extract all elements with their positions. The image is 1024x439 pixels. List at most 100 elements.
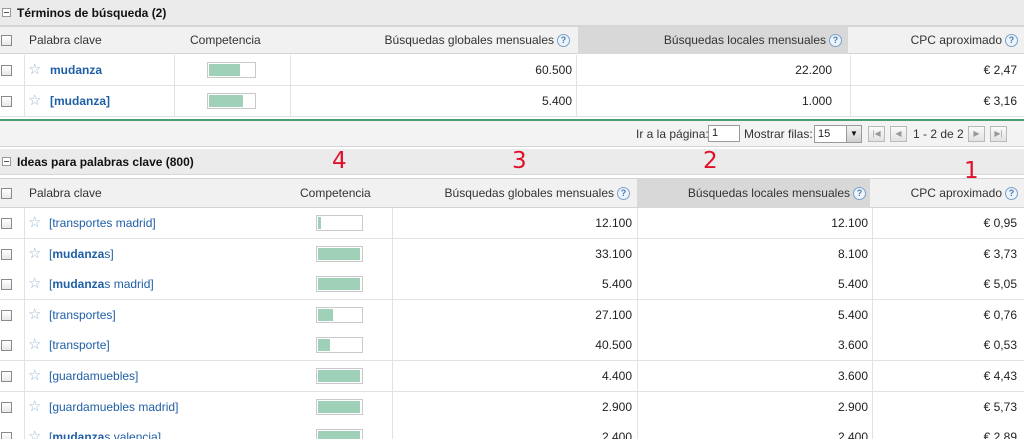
table-row[interactable]: ☆ [mudanzas madrid] 5.400 5.400 € 5,05: [0, 269, 1024, 301]
global-searches: 33.100: [595, 246, 632, 261]
column-divider: [637, 330, 638, 361]
help-icon[interactable]: ?: [853, 187, 866, 201]
row-checkbox[interactable]: [1, 248, 12, 260]
keyword-match: mudanza: [52, 430, 105, 439]
keyword-link[interactable]: [transportes madrid]: [49, 208, 156, 238]
approximate-cpc: € 0,53: [983, 338, 1017, 353]
global-searches: 5.400: [601, 277, 632, 292]
competition-bar: [316, 245, 363, 262]
competition-bar: [316, 429, 363, 439]
table-row[interactable]: ☆ mudanza 60.500 22.200 € 2,47: [0, 55, 1024, 86]
star-icon[interactable]: ☆: [28, 368, 41, 383]
row-checkbox[interactable]: [1, 309, 12, 321]
star-icon[interactable]: ☆: [28, 215, 41, 230]
competition-fill: [318, 431, 360, 439]
column-header-local[interactable]: Búsquedas locales mensuales?: [637, 179, 870, 208]
row-checkbox[interactable]: [1, 65, 12, 76]
global-searches: 60.500: [535, 63, 572, 77]
keyword-link[interactable]: mudanza: [50, 55, 102, 85]
previous-page-button[interactable]: ◀: [890, 126, 907, 142]
keyword-link[interactable]: [guardamuebles]: [49, 361, 138, 391]
star-icon[interactable]: ☆: [28, 429, 41, 439]
competition-bar: [316, 368, 363, 384]
keyword-suffix: s valencia]: [104, 430, 162, 439]
help-icon[interactable]: ?: [829, 34, 842, 48]
help-icon[interactable]: ?: [1005, 187, 1018, 201]
star-icon[interactable]: ☆: [28, 276, 41, 291]
column-divider: [24, 238, 25, 269]
table-row[interactable]: ☆ [mudanza] 5.400 1.000 € 3,16: [0, 86, 1024, 117]
column-divider: [637, 269, 638, 300]
help-icon[interactable]: ?: [617, 187, 630, 201]
keyword-link[interactable]: [transportes]: [49, 300, 116, 330]
local-searches: 2.400: [837, 430, 868, 439]
column-header-global[interactable]: Búsquedas globales mensuales?: [392, 179, 634, 208]
approximate-cpc: € 2,47: [983, 63, 1017, 77]
competition-fill: [318, 308, 333, 321]
keyword-link[interactable]: [guardamuebles madrid]: [49, 392, 178, 422]
help-icon[interactable]: ?: [557, 34, 570, 48]
column-header-competition[interactable]: Competencia: [300, 179, 371, 208]
keyword-suffix: [guardamuebles madrid]: [49, 399, 179, 414]
column-header-cpc[interactable]: CPC aproximado?: [852, 27, 1020, 54]
column-divider: [24, 86, 25, 116]
row-checkbox[interactable]: [1, 218, 12, 229]
competition-bar: [207, 62, 256, 78]
keyword-link[interactable]: [mudanzas]: [49, 239, 114, 269]
star-icon[interactable]: ☆: [28, 399, 41, 414]
star-icon[interactable]: ☆: [28, 307, 41, 322]
row-checkbox[interactable]: [1, 96, 12, 107]
column-header-keyword[interactable]: Palabra clave: [29, 179, 102, 208]
column-divider: [850, 86, 851, 116]
select-all-checkbox[interactable]: [1, 35, 12, 46]
star-icon[interactable]: ☆: [28, 246, 41, 261]
annotation-number: 4: [332, 148, 347, 174]
column-header-global[interactable]: Búsquedas globales mensuales?: [290, 27, 576, 54]
column-divider: [850, 55, 851, 85]
annotation-number: 3: [512, 148, 527, 174]
row-checkbox[interactable]: [1, 340, 12, 352]
column-divider: [24, 55, 25, 85]
select-all-checkbox[interactable]: [1, 188, 12, 199]
column-divider: [392, 238, 393, 269]
column-header-keyword[interactable]: Palabra clave: [29, 27, 102, 54]
row-checkbox[interactable]: [1, 371, 12, 382]
keyword-link[interactable]: [transporte]: [49, 330, 110, 360]
keyword-link[interactable]: [mudanzas valencia]: [49, 422, 161, 439]
column-header-competition[interactable]: Competencia: [190, 27, 261, 54]
row-checkbox[interactable]: [1, 401, 12, 413]
star-icon[interactable]: ☆: [28, 62, 41, 77]
star-icon[interactable]: ☆: [28, 93, 41, 108]
row-checkbox[interactable]: [1, 432, 12, 439]
table-row[interactable]: ☆ [transporte] 40.500 3.600 € 0,53: [0, 330, 1024, 362]
table-row[interactable]: ☆ [guardamuebles madrid] 2.900 2.900 € 5,73: [0, 391, 1024, 423]
column-divider: [24, 361, 25, 391]
competition-fill: [318, 278, 360, 291]
first-page-button[interactable]: |◀: [868, 126, 885, 142]
keyword-link[interactable]: [mudanza]: [50, 86, 110, 116]
column-header-cpc[interactable]: CPC aproximado?: [872, 179, 1020, 208]
column-divider: [637, 299, 638, 330]
keyword-link[interactable]: [mudanzas madrid]: [49, 269, 154, 299]
column-header-local[interactable]: Búsquedas locales mensuales?: [578, 27, 848, 54]
help-icon[interactable]: ?: [1005, 34, 1018, 48]
table-row[interactable]: ☆ [transportes madrid] 12.100 12.100 € 0,95: [0, 208, 1024, 239]
next-page-button[interactable]: ▶: [968, 126, 985, 142]
local-searches: 12.100: [831, 216, 868, 230]
keyword-suffix: [guardamuebles]: [49, 369, 139, 383]
column-divider: [24, 208, 25, 238]
collapse-icon[interactable]: [2, 8, 11, 17]
collapse-icon[interactable]: [2, 157, 11, 166]
rows-per-page-select[interactable]: 15 ▼: [814, 125, 862, 143]
keyword-suffix: s]: [104, 246, 114, 261]
local-searches: 5.400: [837, 307, 868, 322]
table-row[interactable]: ☆ [mudanzas valencia] 2.400 2.400 € 2,89: [0, 422, 1024, 439]
table-row[interactable]: ☆ [transportes] 27.100 5.400 € 0,76: [0, 299, 1024, 331]
star-icon[interactable]: ☆: [28, 337, 41, 352]
page-input[interactable]: 1: [708, 125, 740, 142]
row-checkbox[interactable]: [1, 279, 12, 291]
table-row[interactable]: ☆ [mudanzas] 33.100 8.100 € 3,73: [0, 238, 1024, 270]
chevron-down-icon: ▼: [846, 126, 861, 142]
table-row[interactable]: ☆ [guardamuebles] 4.400 3.600 € 4,43: [0, 361, 1024, 392]
last-page-button[interactable]: ▶|: [990, 126, 1007, 142]
